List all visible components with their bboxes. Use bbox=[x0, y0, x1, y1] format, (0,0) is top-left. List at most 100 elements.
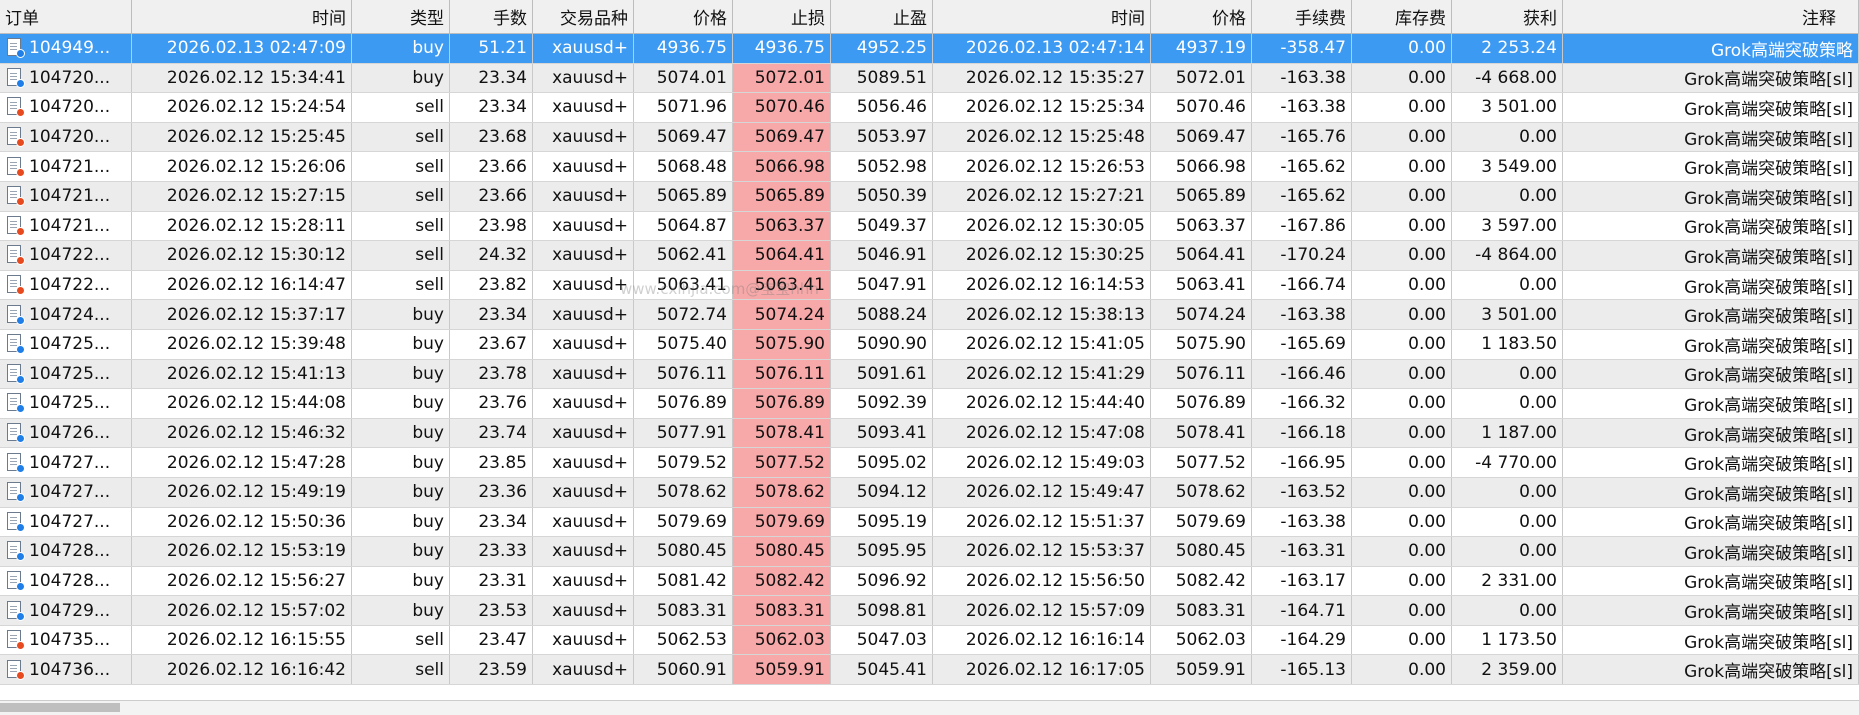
open-time-value: 2026.02.12 16:14:47 bbox=[166, 275, 346, 296]
cell-profit: 1 173.50 bbox=[1452, 625, 1563, 655]
table-row[interactable]: 104736... 2026.02.12 16:16:42 sell 23.59 xau… bbox=[0, 655, 1859, 686]
cell-profit: 2 253.24 bbox=[1452, 34, 1563, 63]
commission-value: -166.32 bbox=[1280, 393, 1346, 414]
cell-open-time: 2026.02.12 15:47:28 bbox=[132, 448, 352, 477]
profit-value: 2 359.00 bbox=[1481, 659, 1557, 680]
cell-profit: 0.00 bbox=[1452, 537, 1563, 566]
type-value: buy bbox=[412, 67, 444, 88]
cell-commission: -358.47 bbox=[1252, 34, 1352, 63]
col-header-close-time[interactable]: 时间 bbox=[933, 0, 1151, 33]
cell-lots: 23.68 bbox=[450, 122, 533, 152]
col-header-type[interactable]: 类型 bbox=[352, 0, 450, 33]
table-row[interactable]: 104722... 2026.02.12 15:30:12 sell 24.32 xau… bbox=[0, 241, 1859, 271]
cell-sl: 5079.69 bbox=[733, 507, 831, 537]
table-row[interactable]: 104721... 2026.02.12 15:28:11 sell 23.98 xau… bbox=[0, 211, 1859, 242]
table-row[interactable]: 104729... 2026.02.12 15:57:02 buy 23.53 xauu… bbox=[0, 596, 1859, 626]
cell-price: 5080.45 bbox=[634, 537, 733, 566]
table-row[interactable]: 104727... 2026.02.12 15:50:36 buy 23.34 xauu… bbox=[0, 507, 1859, 538]
table-row[interactable]: 104726... 2026.02.12 15:46:32 buy 23.74 xauu… bbox=[0, 418, 1859, 449]
horizontal-scrollbar[interactable] bbox=[0, 700, 1859, 715]
cell-order: 104721... bbox=[0, 181, 132, 211]
profit-value: 0.00 bbox=[1519, 600, 1557, 621]
cell-profit: 0.00 bbox=[1452, 359, 1563, 389]
open-time-value: 2026.02.12 16:16:42 bbox=[166, 659, 346, 680]
close-price-value: 5062.03 bbox=[1175, 630, 1246, 651]
col-header-lots[interactable]: 手数 bbox=[450, 0, 533, 33]
table-row[interactable]: 104724... 2026.02.12 15:37:17 buy 23.34 xauu… bbox=[0, 300, 1859, 330]
col-header-comment[interactable]: 注释 bbox=[1563, 0, 1859, 33]
col-header-commission[interactable]: 手续费 bbox=[1252, 0, 1352, 33]
cell-open-time: 2026.02.12 15:30:12 bbox=[132, 241, 352, 270]
table-row[interactable]: 104728... 2026.02.12 15:56:27 buy 23.31 xauu… bbox=[0, 566, 1859, 597]
cell-type: buy bbox=[352, 448, 450, 477]
symbol-value: xauusd+ bbox=[552, 97, 628, 118]
scrollbar-thumb[interactable] bbox=[0, 703, 120, 712]
sl-value: 5077.52 bbox=[754, 452, 825, 473]
sl-value: 5078.62 bbox=[754, 482, 825, 503]
cell-close-time: 2026.02.12 15:41:29 bbox=[933, 359, 1151, 389]
close-price-value: 5076.89 bbox=[1175, 393, 1246, 414]
col-header-order[interactable]: 订单 bbox=[0, 0, 132, 33]
order-value: 104721... bbox=[29, 156, 111, 177]
table-row[interactable]: 104725... 2026.02.12 15:41:13 buy 23.78 xauu… bbox=[0, 359, 1859, 390]
swap-value: 0.00 bbox=[1408, 452, 1446, 473]
col-header-close-price[interactable]: 价格 bbox=[1151, 0, 1252, 33]
open-time-value: 2026.02.12 15:47:28 bbox=[166, 452, 346, 473]
table-row[interactable]: 104735... 2026.02.12 16:15:55 sell 23.47 xau… bbox=[0, 625, 1859, 656]
table-row[interactable]: 104727... 2026.02.12 15:47:28 buy 23.85 xauu… bbox=[0, 448, 1859, 478]
cell-profit: 0.00 bbox=[1452, 270, 1563, 300]
commission-value: -164.71 bbox=[1280, 600, 1346, 621]
cell-order: 104727... bbox=[0, 477, 132, 507]
cell-sl: 5070.46 bbox=[733, 93, 831, 122]
col-header-price[interactable]: 价格 bbox=[634, 0, 733, 33]
type-value: sell bbox=[415, 215, 444, 236]
col-header-profit[interactable]: 获利 bbox=[1452, 0, 1563, 33]
cell-swap: 0.00 bbox=[1352, 300, 1452, 329]
table-row[interactable]: 104727... 2026.02.12 15:49:19 buy 23.36 xauu… bbox=[0, 477, 1859, 508]
table-row[interactable]: 104725... 2026.02.12 15:39:48 buy 23.67 xauu… bbox=[0, 329, 1859, 360]
table-row[interactable]: 104720... 2026.02.12 15:24:54 sell 23.34 xau… bbox=[0, 93, 1859, 123]
cell-type: buy bbox=[352, 477, 450, 507]
cell-commission: -164.29 bbox=[1252, 625, 1352, 655]
type-value: sell bbox=[415, 127, 444, 148]
close-time-value: 2026.02.12 16:16:14 bbox=[965, 630, 1145, 651]
comment-value: Grok高端突破策略 bbox=[1710, 40, 1853, 61]
price-value: 5071.96 bbox=[656, 97, 727, 118]
cell-comment: Grok高端突破策略[sl] bbox=[1563, 418, 1859, 448]
cell-sl: 5066.98 bbox=[733, 152, 831, 181]
cell-lots: 23.34 bbox=[450, 63, 533, 93]
table-row[interactable]: 104720... 2026.02.12 15:25:45 sell 23.68 xau… bbox=[0, 122, 1859, 153]
cell-close-price: 5079.69 bbox=[1151, 507, 1252, 537]
cell-comment: Grok高端突破策略[sl] bbox=[1563, 537, 1859, 566]
sl-value: 5076.89 bbox=[754, 393, 825, 414]
table-row[interactable]: 104725... 2026.02.12 15:44:08 buy 23.76 xauu… bbox=[0, 389, 1859, 419]
cell-profit: 1 187.00 bbox=[1452, 418, 1563, 448]
type-value: buy bbox=[412, 393, 444, 414]
col-header-take-profit[interactable]: 止盈 bbox=[831, 0, 933, 33]
col-header-open-time[interactable]: 时间 bbox=[132, 0, 352, 33]
open-time-value: 2026.02.12 15:26:06 bbox=[166, 156, 346, 177]
close-time-value: 2026.02.12 15:38:13 bbox=[965, 304, 1145, 325]
cell-close-time: 2026.02.12 16:14:53 bbox=[933, 270, 1151, 300]
tp-value: 5047.03 bbox=[856, 630, 927, 651]
table-row[interactable]: 104722... 2026.02.12 16:14:47 sell 23.82 xau… bbox=[0, 270, 1859, 301]
cell-commission: -163.31 bbox=[1252, 537, 1352, 566]
col-header-symbol[interactable]: 交易品种 bbox=[533, 0, 634, 33]
profit-value: 0.00 bbox=[1519, 127, 1557, 148]
table-row[interactable]: 104720... 2026.02.12 15:34:41 buy 23.34 xauu… bbox=[0, 63, 1859, 94]
cell-lots: 23.78 bbox=[450, 359, 533, 389]
col-header-stop-loss[interactable]: 止损 bbox=[733, 0, 831, 33]
close-time-value: 2026.02.12 15:47:08 bbox=[965, 423, 1145, 444]
buy-order-icon bbox=[5, 304, 25, 326]
commission-value: -170.24 bbox=[1280, 245, 1346, 266]
table-row[interactable]: 104721... 2026.02.12 15:26:06 sell 23.66 xau… bbox=[0, 152, 1859, 182]
buy-order-icon bbox=[5, 392, 25, 414]
cell-tp: 5095.19 bbox=[831, 507, 933, 537]
table-row[interactable]: 104949... 2026.02.13 02:47:09 buy 51.21 xauu… bbox=[0, 34, 1859, 64]
cell-sl: 5072.01 bbox=[733, 63, 831, 93]
col-header-swap[interactable]: 库存费 bbox=[1352, 0, 1452, 33]
table-row[interactable]: 104721... 2026.02.12 15:27:15 sell 23.66 xau… bbox=[0, 181, 1859, 212]
cell-type: buy bbox=[352, 418, 450, 448]
table-row[interactable]: 104728... 2026.02.12 15:53:19 buy 23.33 xauu… bbox=[0, 537, 1859, 567]
cell-tp: 5095.95 bbox=[831, 537, 933, 566]
